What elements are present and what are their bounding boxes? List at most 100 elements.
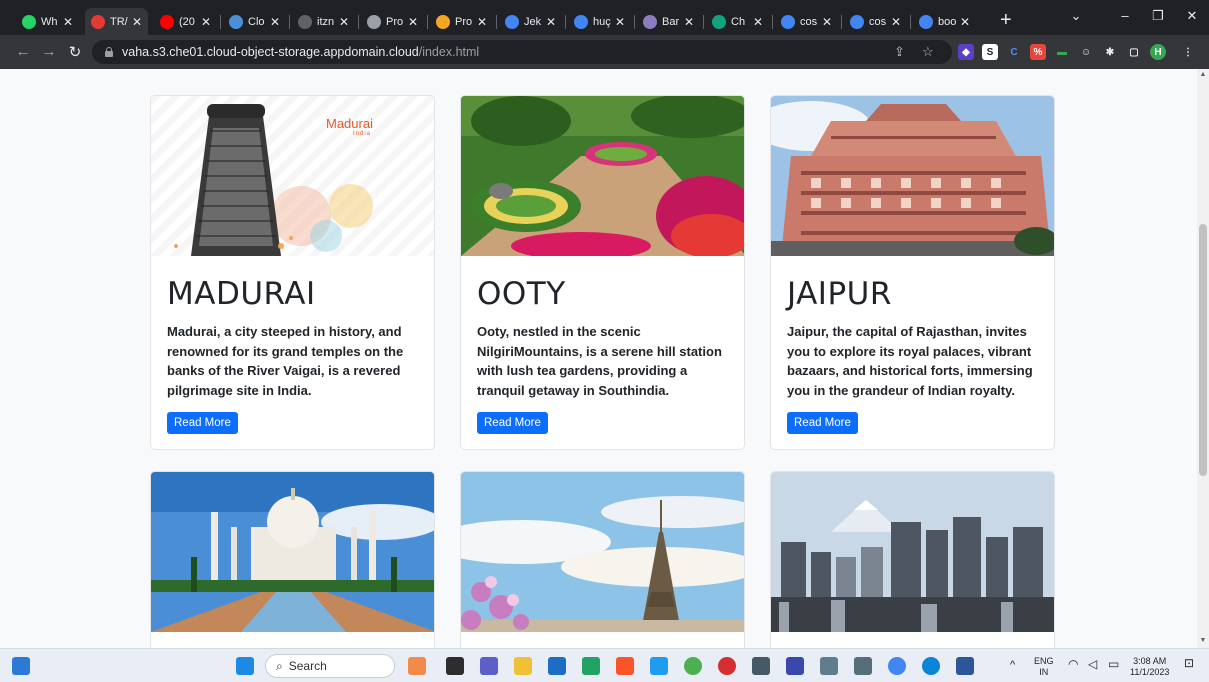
profile-avatar[interactable]: H [1150,44,1166,60]
browser-tab[interactable]: cos ✕ [844,8,907,35]
browser-tab[interactable]: cos ✕ [775,8,838,35]
wifi-icon[interactable]: ◠ [1068,658,1078,670]
extension-icon[interactable]: ◆ [958,44,974,60]
browser-tab[interactable]: Wh ✕ [16,8,79,35]
read-more-button[interactable]: Read More [787,412,858,434]
tab-close-icon[interactable]: ✕ [615,15,625,29]
read-more-button[interactable]: Read More [477,412,548,434]
menu-icon[interactable]: ⋮ [1180,44,1196,60]
extension-icon[interactable]: ▬ [1054,44,1070,60]
tab-close-icon[interactable]: ✕ [684,15,694,29]
s-extension-icon[interactable]: S [982,44,998,60]
scroll-thumb[interactable] [1199,224,1207,476]
address-bar[interactable]: vaha.s3.che01.cloud-object-storage.appdo… [92,40,952,64]
minimize-button[interactable]: – [1115,8,1135,23]
browser-tab[interactable]: Jek ✕ [499,8,562,35]
share-icon[interactable]: ⇪ [894,44,905,60]
tab-close-icon[interactable]: ✕ [477,15,487,29]
taskbar-search[interactable]: ⌕ Search [265,654,395,678]
chrome-icon[interactable] [684,657,702,675]
browser-tab[interactable]: Ch ✕ [706,8,769,35]
tab-close-icon[interactable]: ✕ [753,15,763,29]
tab-separator [358,15,359,29]
chrome-profile-icon[interactable] [888,657,906,675]
page-scrollbar[interactable]: ▲ ▼ [1197,69,1209,648]
read-more-button[interactable]: Read More [167,412,238,434]
tab-search-icon[interactable]: ⌄ [1066,8,1086,24]
browser-tab[interactable]: Pro ✕ [430,8,493,35]
app-icon[interactable] [718,657,736,675]
start-button[interactable] [236,657,254,675]
bookmark-star-icon[interactable]: ☆ [922,44,934,60]
settings-icon[interactable] [854,657,872,675]
tab-separator [910,15,911,29]
destination-card [770,471,1055,648]
tab-label: Bar [662,15,680,28]
new-tab-button[interactable]: + [1000,10,1012,30]
browser-tab[interactable]: TR/ ✕ [85,8,148,35]
show-hidden-icons[interactable]: ^ [1010,660,1015,671]
scroll-up-arrow[interactable]: ▲ [1199,71,1207,79]
widgets-icon[interactable] [12,657,30,675]
tab-label: Pro [455,15,473,28]
notification-icon[interactable]: ⊡ [1184,657,1194,669]
tab-separator [634,15,635,29]
tab-favicon-icon [850,14,864,29]
extension-icon[interactable]: ☺ [1078,44,1094,60]
browser-tab[interactable]: huç ✕ [568,8,631,35]
task-view-icon[interactable] [446,657,464,675]
tab-separator [703,15,704,29]
tab-close-icon[interactable]: ✕ [546,15,556,29]
tab-close-icon[interactable]: ✕ [339,15,349,29]
volume-icon[interactable]: ◁ [1088,658,1097,670]
word-icon[interactable] [956,657,974,675]
browser-tab[interactable]: boo ✕ [913,8,976,35]
tab-close-icon[interactable]: ✕ [132,15,142,29]
tab-close-icon[interactable]: ✕ [270,15,280,29]
back-button[interactable]: ← [14,43,32,60]
tab-close-icon[interactable]: ✕ [891,15,901,29]
app-icon[interactable] [582,657,600,675]
restore-button[interactable]: ❐ [1148,8,1168,24]
tab-close-icon[interactable]: ✕ [63,15,73,29]
tab-separator [565,15,566,29]
browser-tab[interactable]: Clo ✕ [223,8,286,35]
destination-card [150,471,435,648]
clock-date: 11/1/2023 [1130,667,1170,677]
lock-icon[interactable] [104,47,114,57]
browser-tab[interactable]: (20 ✕ [154,8,217,35]
clock[interactable]: 3:08 AM 11/1/2023 [1130,656,1169,678]
scroll-down-arrow[interactable]: ▼ [1199,637,1207,645]
search-highlight-icon[interactable] [408,657,426,675]
language-indicator[interactable]: ENG IN [1034,656,1054,678]
tab-close-icon[interactable]: ✕ [408,15,418,29]
teams-chat-icon[interactable] [480,657,498,675]
card-title: MADURAI [167,276,316,312]
vscode-icon[interactable] [650,657,668,675]
edge-icon[interactable] [922,657,940,675]
extension-icon[interactable]: % [1030,44,1046,60]
tab-favicon-icon [436,14,450,29]
browser-tab[interactable]: Pro ✕ [361,8,424,35]
browser-tab[interactable]: Bar ✕ [637,8,700,35]
battery-icon[interactable]: ▭ [1108,658,1119,670]
tab-close-icon[interactable]: ✕ [960,15,970,29]
app-icon[interactable] [820,657,838,675]
windows-taskbar: ⌕ Search ^ ENG IN ◠ ◁ ▭ 3:08 AM 11/1/202… [0,648,1209,682]
language-code: ENG [1034,656,1054,666]
forward-button[interactable]: → [40,43,58,60]
app-icon[interactable] [786,657,804,675]
tab-close-icon[interactable]: ✕ [201,15,211,29]
tab-close-icon[interactable]: ✕ [822,15,832,29]
file-explorer-icon[interactable] [514,657,532,675]
c-extension-icon[interactable]: C [1006,44,1022,60]
browser-tab[interactable]: itzn ✕ [292,8,355,35]
destination-card-ooty: OOTY Ooty, nestled in the scenic Nilgiri… [460,95,745,450]
close-window-button[interactable]: ✕ [1182,8,1202,24]
reload-button[interactable]: ↻ [66,43,84,61]
side-panel-icon[interactable]: ▢ [1126,44,1142,60]
notepad-icon[interactable] [752,657,770,675]
puzzle-icon[interactable]: ✱ [1102,44,1118,60]
microsoft-store-icon[interactable] [548,657,566,675]
brave-browser-icon[interactable] [616,657,634,675]
